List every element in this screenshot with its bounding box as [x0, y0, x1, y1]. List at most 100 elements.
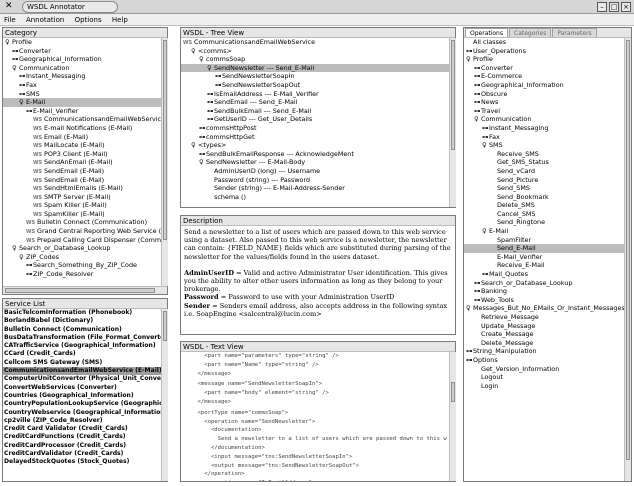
category-node[interactable]: WS SendAnEmail (E-Mail)	[3, 158, 161, 167]
close-icon[interactable]: ×	[621, 2, 631, 12]
tree-node[interactable]: ♀ commsSoap	[181, 55, 449, 64]
tree-node[interactable]: ⊶IsEmailAddress --- E-Mail_Verifier	[181, 90, 449, 99]
category-node[interactable]: ⊶ZIP_Code_Resolver	[3, 270, 161, 279]
service-list-item[interactable]: BasicTelcomInformation (Phonebook)	[3, 309, 161, 317]
category-node[interactable]: WSPrepaid Calling Card Dispenser (Commun…	[3, 236, 161, 245]
ontology-node[interactable]: ⊶User_Operations	[464, 47, 624, 56]
service-list-item[interactable]: CommunicationsandEmailWebService (E-Mail…	[3, 367, 161, 376]
category-node[interactable]: ♀ Profile	[3, 38, 161, 47]
tree-node[interactable]: ♀ <types>	[181, 141, 449, 150]
ontology-node[interactable]: ⊶Web_Tools	[464, 296, 624, 305]
tree-vscroll[interactable]	[449, 38, 456, 207]
category-node[interactable]: WSGrand Central Reporting Web Service (C…	[3, 227, 161, 236]
category-node[interactable]: WS POP3 Client (E-Mail)	[3, 150, 161, 159]
category-hscroll[interactable]	[3, 286, 167, 294]
tab-operations[interactable]: Operations	[465, 28, 508, 37]
menu-help[interactable]: Help	[108, 14, 132, 26]
category-node[interactable]: ⊶Instant_Messaging	[3, 72, 161, 81]
ontology-node[interactable]: Logout	[464, 373, 624, 382]
tree-node[interactable]: ⊶SendBulkEmailResponse --- AcknowledgeMe…	[181, 150, 449, 159]
category-node[interactable]: WS Bulletin Connect (Communication)	[3, 218, 161, 227]
ontology-node[interactable]: Receive_SMS	[464, 150, 624, 159]
ontology-node[interactable]: ⊶Banking	[464, 287, 624, 296]
ontology-node[interactable]: Receive_E-Mail	[464, 261, 624, 270]
category-node[interactable]: ♀ Search_or_Database_Lookup	[3, 244, 161, 253]
ontology-node[interactable]: ⊶Search_or_Database_Lookup	[464, 279, 624, 288]
tree-node[interactable]: ♀ SendNewsletter --- Send_E-Mail	[181, 63, 449, 73]
service-list-item[interactable]: CountryPopulationLookupService (Geograph…	[3, 400, 161, 408]
category-node[interactable]: ♀ E-Mail	[3, 98, 161, 107]
menu-options[interactable]: Options	[71, 14, 106, 26]
category-node[interactable]: WS SendEmail (E-Mail)	[3, 176, 161, 185]
wsdl-text[interactable]: <part name="parameters" type="string" />…	[181, 352, 449, 481]
tab-parameters[interactable]: Parameters	[552, 28, 597, 37]
service-list-item[interactable]: Bulletin Connect (Communication)	[3, 326, 161, 334]
ontology-node[interactable]: Delete_Message	[464, 339, 624, 348]
ontology-node[interactable]: Send_Picture	[464, 176, 624, 185]
ontology-node[interactable]: Create_Message	[464, 330, 624, 339]
text-vscroll[interactable]	[449, 352, 456, 481]
category-node[interactable]: ⊶Fax	[3, 81, 161, 90]
tab-categories[interactable]: Categories	[509, 28, 552, 37]
ontology-node[interactable]: Get_Version_Information	[464, 365, 624, 374]
ontology-node[interactable]: ⊶Instant_Messaging	[464, 124, 624, 133]
service-list-item[interactable]: DelayedStockQuotes (Stock_Quotes)	[3, 458, 161, 466]
service-list-item[interactable]: CATrafficService (Geographical_Informati…	[3, 342, 161, 350]
tree-node[interactable]: AdminUserID (long) --- Username	[181, 167, 449, 176]
service-list-item[interactable]: Countries (Geographical_Information)	[3, 392, 161, 400]
tree-node[interactable]: ⊶SendNewsletterSoapOut	[181, 81, 449, 90]
service-list-item[interactable]: cp2ville (ZIP_Code_Resolver)	[3, 417, 161, 425]
service-list-item[interactable]: CCard (Credit_Cards)	[3, 350, 161, 358]
service-list-item[interactable]: CountryWebservice (Geographical_Informat…	[3, 409, 161, 417]
category-node[interactable]: WS MailLocate (E-Mail)	[3, 141, 161, 150]
ontology-node[interactable]: ⊶String_Manipulation	[464, 347, 624, 356]
service-list-item[interactable]: ComputerUnitConvertor (Physical_Unit_Con…	[3, 375, 161, 383]
ontology-node[interactable]: ⊶E-Commerce	[464, 72, 624, 81]
category-node[interactable]: ⊶Converter	[3, 47, 161, 56]
ontology-node[interactable]: Retrieve_Message	[464, 313, 624, 322]
tree-node[interactable]: ⊶commsHttpPost	[181, 124, 449, 133]
category-node[interactable]: WS Email (E-Mail)	[3, 133, 161, 142]
ontology-node[interactable]: Login	[464, 382, 624, 391]
ontology-node[interactable]: ⊶Mail_Quotes	[464, 270, 624, 279]
category-vscroll[interactable]	[161, 38, 168, 286]
service-list-item[interactable]: CreditCardProcessor (Credit_Cards)	[3, 442, 161, 450]
category-node[interactable]: WS E-mail Notifications (E-Mail)	[3, 124, 161, 133]
tree-node[interactable]: Password (string) --- Password	[181, 176, 449, 185]
ontology-node[interactable]: Send_E-Mail	[464, 244, 624, 253]
ontology-node[interactable]: ⊶News	[464, 98, 624, 107]
category-node[interactable]: WS Spam Killer (E-Mail)	[3, 201, 161, 210]
tree-node[interactable]: ⊶SendBulkEmail --- Send_E-Mail	[181, 107, 449, 116]
service-list[interactable]: BasicTelcomInformation (Phonebook) Borlan…	[3, 309, 161, 481]
ontology-node[interactable]: ♀ E-Mail	[464, 227, 624, 236]
ontology-node[interactable]: ⊶Options	[464, 356, 624, 365]
category-node[interactable]: WS SMTP Server (E-Mail)	[3, 193, 161, 202]
service-list-item[interactable]: ConvertWebServices (Converter)	[3, 384, 161, 392]
ontology-node[interactable]: ⊶Travel	[464, 107, 624, 116]
ontology-node[interactable]: Send_Ringtone	[464, 218, 624, 227]
category-node[interactable]: WS SpamKiller (E-Mail)	[3, 210, 161, 219]
category-tree[interactable]: ♀ Profile ⊶Converter ⊶Geographical_Informat…	[3, 38, 161, 286]
menu-file[interactable]: File	[0, 14, 20, 26]
maximize-icon[interactable]: □	[609, 2, 619, 12]
tree-node[interactable]: ⊶SendNewsletterSoapIn	[181, 72, 449, 81]
tree-node[interactable]: ⊶SendEmail --- Send_E-Mail	[181, 98, 449, 107]
ontology-vscroll[interactable]	[624, 38, 631, 481]
service-list-item[interactable]: Cellcom SMS Gateway (SMS)	[3, 359, 161, 367]
service-list-item[interactable]: BorlandBabel (Dictionary)	[3, 317, 161, 325]
ontology-node[interactable]: Send_SMS	[464, 184, 624, 193]
ontology-node[interactable]: ⊶Geographical_Information	[464, 81, 624, 90]
ontology-node[interactable]: SpamFilter	[464, 236, 624, 245]
category-node[interactable]: ⊶E-Mail_Verifier	[3, 107, 161, 116]
ontology-node[interactable]: ♀ Messages_But_No_EMails_Or_Instant_Messa…	[464, 304, 624, 313]
category-node[interactable]: ⊶Search_Something_By_ZIP_Code	[3, 261, 161, 270]
menu-annotation[interactable]: Annotation	[22, 14, 68, 26]
category-node[interactable]: WS SendEmail (E-Mail)	[3, 167, 161, 176]
service-list-vscroll[interactable]	[161, 309, 168, 481]
tree-node[interactable]: ⊶GetUserID --- Get_User_Details	[181, 115, 449, 124]
category-node[interactable]: WS CommunicationsandEmailWebService	[3, 115, 161, 124]
category-node[interactable]: ♀ Communication	[3, 64, 161, 73]
ontology-node[interactable]: Send_vCard	[464, 167, 624, 176]
ontology-tree[interactable]: All classes ⊶User_Operations ♀ Profile ⊶Conv…	[464, 38, 624, 481]
tree-node[interactable]: ♀ SendNewsletter --- E-Mail-Body	[181, 158, 449, 167]
